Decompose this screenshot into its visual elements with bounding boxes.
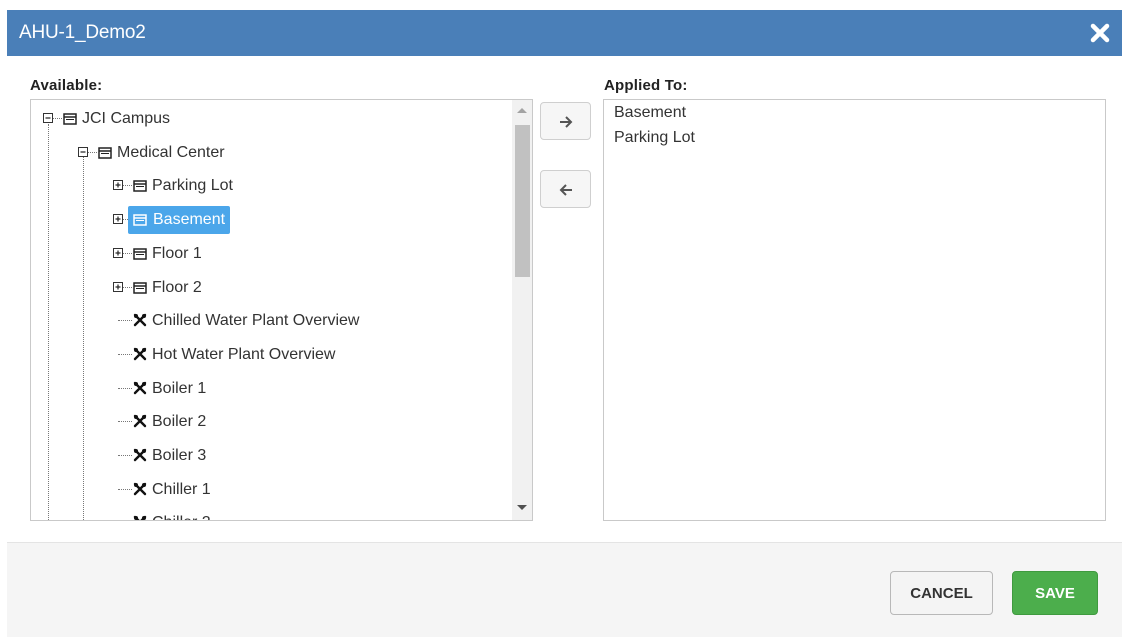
dialog-footer: CANCEL SAVE	[7, 542, 1122, 637]
tree-connector-line	[118, 353, 132, 355]
tree-node-label[interactable]: Hot Water Plant Overview	[147, 343, 340, 367]
equipment-icon	[133, 414, 147, 428]
tree-node[interactable]: Hot Water Plant Overview	[31, 341, 501, 367]
applied-label: Applied To:	[604, 77, 688, 94]
tree-node-label[interactable]: JCI Campus	[77, 107, 175, 131]
tree-connector-line	[118, 488, 132, 490]
available-label: Available:	[30, 77, 103, 94]
expand-icon[interactable]	[113, 180, 123, 191]
tree-scrollbar[interactable]	[512, 100, 532, 520]
collapse-icon[interactable]	[78, 146, 88, 157]
expand-icon[interactable]	[113, 214, 123, 225]
tree-node[interactable]: Chilled Water Plant Overview	[31, 307, 501, 333]
tree-node-label[interactable]: Chilled Water Plant Overview	[147, 309, 364, 333]
space-icon	[98, 146, 112, 159]
tree-connector-line	[118, 320, 132, 322]
available-tree[interactable]: JCI Campus Medical Center Parking Lot Basem…	[30, 99, 533, 521]
tree-node[interactable]: Boiler 1	[31, 375, 501, 401]
tree-connector-line	[118, 455, 132, 456]
equipment-icon	[133, 482, 147, 496]
scroll-thumb[interactable]	[515, 125, 530, 277]
arrow-right-icon	[560, 116, 573, 128]
tree-node[interactable]: Floor 2	[31, 274, 501, 300]
equipment-icon	[133, 381, 147, 395]
space-icon	[133, 213, 147, 226]
dialog-title: AHU-1_Demo2	[19, 22, 146, 43]
tree-node-label[interactable]: Floor 2	[147, 276, 207, 300]
top-strip	[0, 0, 1129, 10]
remove-from-applied-button[interactable]	[540, 170, 591, 208]
space-icon	[133, 179, 147, 193]
equipment-icon	[133, 515, 147, 520]
equipment-icon	[133, 448, 147, 462]
tree-connector-line	[118, 421, 132, 423]
tree-node[interactable]: Floor 1	[31, 240, 501, 266]
tree-node[interactable]: Parking Lot	[31, 172, 501, 198]
tree-node-label[interactable]: Boiler 3	[147, 444, 211, 468]
expand-icon[interactable]	[113, 247, 123, 258]
scroll-down-icon[interactable]	[517, 505, 527, 510]
tree-node[interactable]: JCI Campus	[31, 105, 501, 131]
tree-node-label[interactable]: Chiller 1	[147, 478, 216, 502]
close-icon[interactable]	[1088, 21, 1112, 45]
tree-node[interactable]: Boiler 3	[31, 442, 501, 468]
add-to-applied-button[interactable]	[540, 102, 591, 140]
tree-node-label[interactable]: Boiler 2	[147, 410, 211, 434]
space-icon	[133, 247, 147, 260]
tree-node-label[interactable]: Medical Center	[112, 141, 230, 165]
tree-node-label[interactable]: Boiler 1	[147, 377, 211, 401]
tree-node[interactable]: Chiller 1	[31, 476, 501, 502]
equipment-icon	[133, 347, 147, 361]
collapse-icon[interactable]	[43, 113, 53, 123]
arrow-left-icon	[559, 184, 572, 196]
tree-node[interactable]: Boiler 2	[31, 408, 501, 434]
tree-node[interactable]: Basement	[31, 206, 501, 235]
applied-item[interactable]: Parking Lot	[614, 129, 695, 147]
expand-icon[interactable]	[113, 281, 123, 292]
space-icon	[133, 281, 147, 294]
tree-node[interactable]: Chiller 2	[31, 509, 501, 520]
scroll-up-icon[interactable]	[517, 108, 527, 113]
save-button[interactable]: SAVE	[1012, 571, 1098, 615]
cancel-button[interactable]: CANCEL	[890, 571, 993, 615]
dialog-titlebar: AHU-1_Demo2	[7, 10, 1122, 56]
space-icon	[63, 112, 77, 125]
tree-node-label[interactable]: Chiller 2	[147, 511, 216, 520]
applied-list[interactable]: Basement Parking Lot	[603, 99, 1106, 521]
tree-node[interactable]: Medical Center	[31, 139, 501, 165]
applied-item[interactable]: Basement	[614, 104, 686, 122]
tree-node-label[interactable]: Parking Lot	[147, 174, 238, 198]
equipment-icon	[133, 313, 147, 327]
tree-connector-line	[118, 387, 132, 389]
tree-node-label[interactable]: Floor 1	[147, 242, 207, 266]
